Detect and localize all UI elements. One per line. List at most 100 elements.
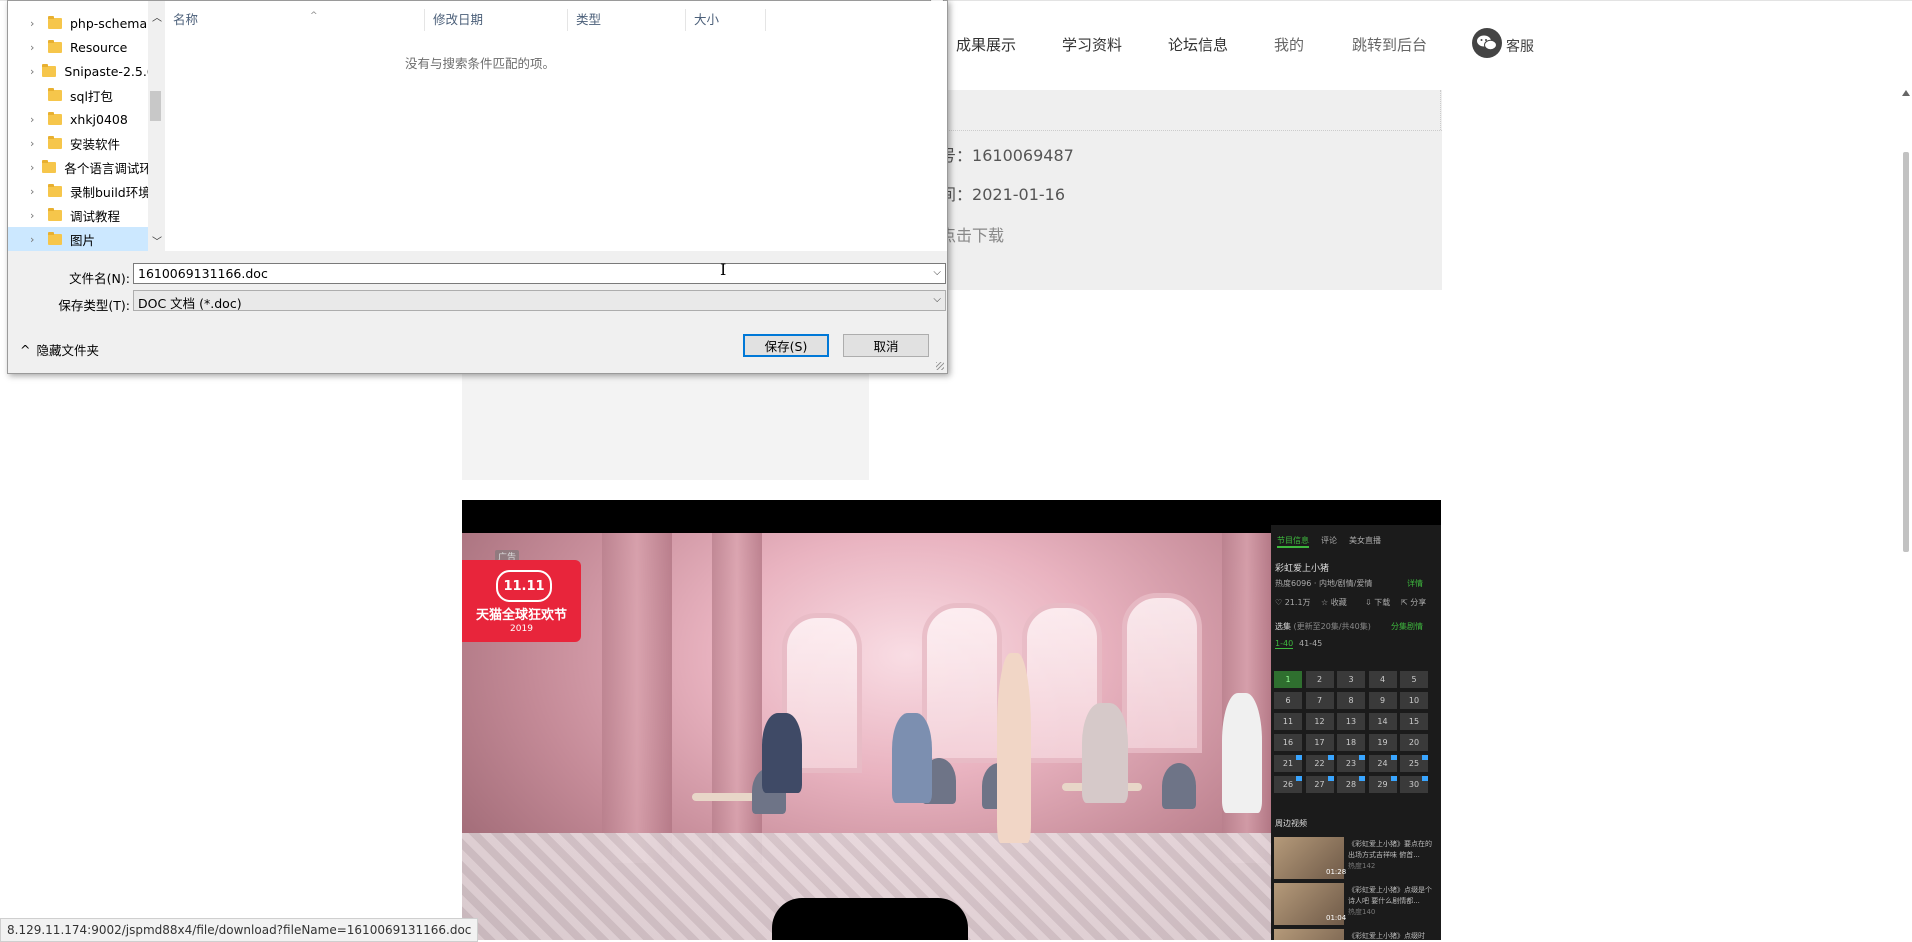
expand-arrow-icon[interactable]: › [30, 137, 40, 150]
episode-button[interactable]: 13 [1337, 713, 1365, 730]
nav-mine[interactable]: 我的 [1274, 34, 1304, 55]
related-video[interactable]: 《彩虹爱上小猪》点缀时 [1274, 929, 1438, 940]
column-modified[interactable]: 修改日期 [425, 9, 568, 31]
related-video[interactable]: 01:28 《彩虹爱上小猪》要点在的出场方式吉祥味 俯首... 热度142 [1274, 837, 1438, 879]
episode-button[interactable]: 27 [1305, 776, 1334, 793]
nav-achievements[interactable]: 成果展示 [956, 34, 1016, 55]
episode-button[interactable]: 5 [1400, 671, 1428, 688]
episode-button[interactable]: 9 [1368, 692, 1397, 709]
episode-button[interactable]: 30 [1400, 776, 1428, 793]
tree-item-install-software[interactable]: › 安装软件 [8, 131, 153, 155]
file-list[interactable]: 名称 ^ 修改日期 类型 大小 没有与搜索条件匹配的项。 [165, 1, 947, 251]
episode-button[interactable]: 16 [1274, 734, 1302, 751]
tab-live[interactable]: 美女直播 [1349, 535, 1381, 548]
like-count[interactable]: ♡ 21.1万 [1275, 597, 1311, 608]
episode-button[interactable]: 21 [1274, 755, 1302, 772]
cancel-button[interactable]: 取消 [843, 334, 929, 357]
tree-item-resource[interactable]: › Resource [8, 35, 153, 59]
new-badge-icon [1327, 755, 1334, 760]
range-tab-2[interactable]: 41-45 [1299, 639, 1322, 648]
tree-item-build-env[interactable]: › 录制build环境 [8, 179, 153, 203]
tree-item-debug-tutorial[interactable]: › 调试教程 [8, 203, 153, 227]
video-player[interactable]: 广告 11.11 天猫全球狂欢节 2019 节目信息 评论 美女直播 彩虹爱上小… [462, 500, 1441, 940]
chevron-down-icon[interactable]: ﹀ [152, 233, 162, 248]
side-tabs: 节目信息 评论 美女直播 [1277, 535, 1381, 548]
episode-button[interactable]: 26 [1274, 776, 1302, 793]
episode-button[interactable]: 23 [1337, 755, 1365, 772]
share-button[interactable]: ⇱ 分享 [1401, 597, 1426, 608]
filename-input[interactable]: 1610069131166.doc ⌵ [133, 263, 946, 284]
episode-button[interactable]: 6 [1274, 692, 1302, 709]
episode-button[interactable]: 17 [1305, 734, 1334, 751]
scroll-up-arrow-icon[interactable] [1902, 90, 1910, 96]
episode-button[interactable]: 28 [1337, 776, 1365, 793]
resize-grip-icon[interactable] [936, 362, 944, 370]
hide-folders-toggle[interactable]: ^ 隐藏文件夹 [20, 340, 99, 359]
customer-service[interactable]: 客服 [1472, 27, 1534, 59]
tree-item-language-debug[interactable]: ›各个语言调试环境 [8, 155, 153, 179]
nav-forum[interactable]: 论坛信息 [1168, 34, 1228, 55]
tree-item-snipaste[interactable]: › Snipaste-2.5.6 [8, 59, 153, 83]
range-tab-1[interactable]: 1-40 [1275, 639, 1294, 649]
chevron-down-icon[interactable]: ⌵ [933, 294, 941, 305]
episode-button[interactable]: 29 [1368, 776, 1397, 793]
chevron-down-icon[interactable]: ⌵ [933, 267, 941, 278]
download-button[interactable]: ⇩ 下载 [1365, 597, 1390, 608]
episode-button[interactable]: 15 [1400, 713, 1428, 730]
favorite-button[interactable]: ☆ 收藏 [1321, 597, 1347, 608]
episodes-plot-link[interactable]: 分集剧情 [1391, 621, 1423, 632]
episode-button[interactable]: 20 [1400, 734, 1428, 751]
chevron-up-icon[interactable]: ︿ [152, 9, 162, 24]
episode-button[interactable]: 1 [1274, 671, 1302, 688]
episode-button[interactable]: 24 [1368, 755, 1397, 772]
new-badge-icon [1327, 776, 1334, 781]
text-cursor-icon: I [720, 260, 727, 279]
tree-item-php-schema[interactable]: › php-schema [8, 11, 153, 35]
episode-button[interactable]: 18 [1337, 734, 1365, 751]
filetype-select[interactable]: DOC 文档 (*.doc) ⌵ [133, 290, 946, 311]
episodes-heading: 选集 (更新至20集/共40集) [1275, 622, 1371, 631]
tree-scroll-thumb[interactable] [150, 91, 161, 121]
column-name[interactable]: 名称 ^ [165, 9, 425, 31]
tmall-badge[interactable]: 11.11 天猫全球狂欢节 2019 [462, 560, 581, 642]
tree-item-pictures[interactable]: › 图片 [8, 227, 153, 251]
episode-button[interactable]: 3 [1337, 671, 1365, 688]
expand-arrow-icon[interactable]: › [30, 161, 34, 174]
double-eleven-logo: 11.11 [496, 570, 552, 602]
episode-button[interactable]: 10 [1400, 692, 1428, 709]
episode-button[interactable]: 19 [1368, 734, 1397, 751]
divider [1440, 90, 1441, 130]
tree-item-sql[interactable]: sql打包 [8, 83, 153, 107]
nav-admin[interactable]: 跳转到后台 [1352, 34, 1427, 55]
expand-arrow-icon[interactable]: › [30, 113, 40, 126]
episode-button[interactable]: 22 [1305, 755, 1334, 772]
episode-button[interactable]: 11 [1274, 713, 1302, 730]
expand-arrow-icon[interactable]: › [30, 65, 34, 78]
tree-scrollbar[interactable] [148, 1, 163, 251]
filename-label: 文件名(N): [69, 271, 130, 286]
episode-button[interactable]: 7 [1305, 692, 1334, 709]
episode-button[interactable]: 4 [1368, 671, 1397, 688]
column-type[interactable]: 类型 [568, 9, 686, 31]
episode-button[interactable]: 14 [1368, 713, 1397, 730]
expand-arrow-icon[interactable]: › [30, 233, 40, 246]
tree-item-xhkj0408[interactable]: › xhkj0408 [8, 107, 153, 131]
download-link[interactable]: 点击下载 [940, 222, 1004, 246]
page-scroll-thumb[interactable] [1903, 152, 1909, 552]
folder-icon [48, 183, 62, 197]
tab-program-info[interactable]: 节目信息 [1277, 535, 1309, 548]
expand-arrow-icon[interactable]: › [30, 185, 40, 198]
show-detail-link[interactable]: 详情 [1407, 578, 1423, 589]
expand-arrow-icon[interactable]: › [30, 209, 40, 222]
episode-button[interactable]: 2 [1305, 671, 1334, 688]
episode-button[interactable]: 8 [1337, 692, 1365, 709]
nav-study-materials[interactable]: 学习资料 [1062, 34, 1122, 55]
tab-comments[interactable]: 评论 [1321, 535, 1337, 548]
expand-arrow-icon[interactable]: › [30, 41, 40, 54]
related-video[interactable]: 01:04 《彩虹爱上小猪》点缀是个诗人吧 要什么剧情都... 热度140 [1274, 883, 1438, 925]
column-size[interactable]: 大小 [686, 9, 766, 31]
expand-arrow-icon[interactable]: › [30, 17, 40, 30]
save-button[interactable]: 保存(S) [743, 334, 829, 357]
episode-button[interactable]: 12 [1305, 713, 1334, 730]
episode-button[interactable]: 25 [1400, 755, 1428, 772]
